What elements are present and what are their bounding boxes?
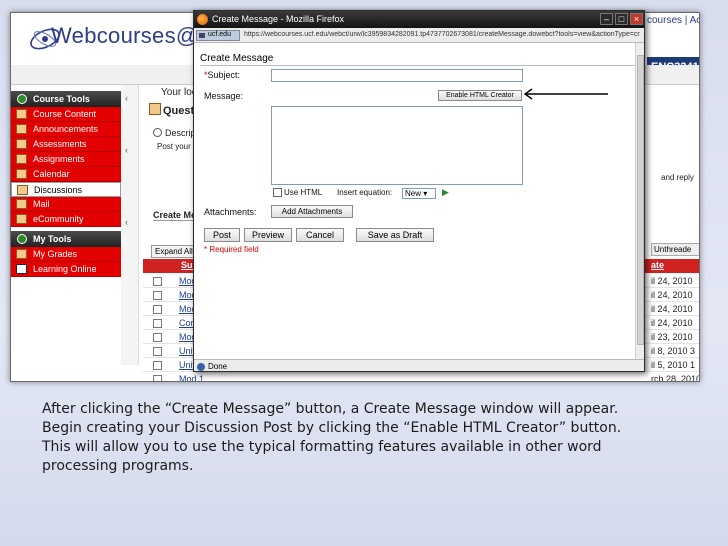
divider <box>200 65 636 66</box>
lock-icon <box>199 33 205 38</box>
discussion-icon <box>17 185 28 195</box>
message-textarea[interactable] <box>271 106 523 185</box>
row-checkbox[interactable] <box>153 305 162 314</box>
caption-line: Begin creating your Discussion Post by c… <box>42 420 622 436</box>
sidebar-item-ecommunity[interactable]: eCommunity <box>11 212 121 227</box>
caption-line: processing programs. <box>42 458 194 474</box>
unthreaded-select[interactable]: Unthreade <box>651 243 699 256</box>
row-checkbox[interactable] <box>153 347 162 356</box>
save-as-draft-button[interactable]: Save as Draft <box>356 228 434 242</box>
row-date: rch 28, 2010 <box>651 374 700 382</box>
preview-button[interactable]: Preview <box>244 228 292 242</box>
row-date: il 24, 2010 <box>651 290 693 300</box>
row-checkbox[interactable] <box>153 319 162 328</box>
sidebar-heading-course-tools[interactable]: Course Tools <box>11 91 121 107</box>
assignment-icon <box>16 154 27 164</box>
community-icon <box>16 214 27 224</box>
row-date: il 8, 2010 3 <box>651 346 696 356</box>
window-titlebar: Create Message - Mozilla Firefox – □ × <box>194 11 644 28</box>
use-html-checkbox[interactable] <box>273 188 282 197</box>
sidebar-item-mail[interactable]: Mail <box>11 197 121 212</box>
annotation-arrow-icon <box>523 88 608 100</box>
checklist-icon <box>16 139 27 149</box>
row-date: il 23, 2010 <box>651 332 693 342</box>
scrollbar-thumb[interactable] <box>637 55 644 345</box>
sidebar-collapse-strip[interactable]: ‹ ‹ ‹ <box>121 85 139 365</box>
grades-icon <box>16 249 27 259</box>
sidebar-item-my-grades[interactable]: My Grades <box>11 247 121 262</box>
enable-html-creator-button[interactable]: Enable HTML Creator <box>438 90 522 101</box>
row-checkbox[interactable] <box>153 291 162 300</box>
chevron-left-icon: ‹ <box>125 145 128 155</box>
caption-line: This will allow you to use the typical f… <box>42 439 602 455</box>
subject-input[interactable] <box>271 69 523 82</box>
row-date: il 24, 2010 <box>651 304 693 314</box>
chevron-left-icon: ‹ <box>125 217 128 227</box>
close-icon[interactable]: × <box>630 13 643 25</box>
instruction-tail: and reply <box>661 173 694 182</box>
attachments-label: Attachments: <box>204 207 257 217</box>
info-icon <box>153 128 162 137</box>
learning-online-icon <box>16 264 27 274</box>
calendar-icon <box>16 169 27 179</box>
row-subject-link[interactable]: Mod 1 <box>179 374 204 381</box>
equation-select[interactable]: New ▾ <box>402 188 436 199</box>
caption-line: After clicking the “Create Message” butt… <box>42 401 619 417</box>
address-bar: ucf.edu https://webcourses.ucf.edu/webct… <box>194 28 644 43</box>
create-message-window: Create Message - Mozilla Firefox – □ × u… <box>193 10 645 372</box>
row-checkbox[interactable] <box>153 333 162 342</box>
megaphone-icon <box>16 124 27 134</box>
row-checkbox[interactable] <box>153 277 162 286</box>
use-html-label: Use HTML <box>284 188 323 197</box>
sidebar-item-course-content[interactable]: Course Content <box>11 107 121 122</box>
discussion-icon <box>149 103 161 115</box>
sidebar-item-calendar[interactable]: Calendar <box>11 167 121 182</box>
collapse-icon <box>17 94 27 104</box>
firefox-icon <box>197 14 208 25</box>
sidebar-item-announcements[interactable]: Announcements <box>11 122 121 137</box>
insert-equation-label: Insert equation: <box>337 188 393 197</box>
chevron-left-icon: ‹ <box>125 93 128 103</box>
location-text: Your loc <box>161 87 197 98</box>
maximize-icon[interactable]: □ <box>615 13 628 25</box>
go-arrow-icon[interactable]: ▶ <box>442 187 449 198</box>
required-field-note: * Required field <box>204 245 259 254</box>
add-attachments-button[interactable]: Add Attachments <box>271 205 353 218</box>
create-message-tab[interactable]: Create Me <box>153 210 197 221</box>
logo-text: Webcourses@U <box>51 23 215 48</box>
message-label: Message: <box>204 91 244 101</box>
subject-label: *Subject: <box>204 70 241 80</box>
row-checkbox[interactable] <box>153 361 162 370</box>
status-bar: Done <box>194 359 644 371</box>
folder-icon <box>16 109 27 119</box>
sidebar-item-discussions[interactable]: Discussions <box>11 182 121 197</box>
sidebar-item-assignments[interactable]: Assignments <box>11 152 121 167</box>
row-date: il 24, 2010 <box>651 318 693 328</box>
mail-icon <box>16 199 27 209</box>
top-links[interactable]: courses | Ac <box>647 15 699 26</box>
url-field[interactable]: https://webcourses.ucf.edu/webct/urw/lc3… <box>244 31 642 38</box>
row-date: il 5, 2010 1 <box>651 360 696 370</box>
expand-all-button[interactable]: Expand All <box>151 245 199 258</box>
status-icon <box>197 363 205 371</box>
vertical-scrollbar[interactable] <box>635 43 644 359</box>
row-checkbox[interactable] <box>153 375 162 381</box>
post-button[interactable]: Post <box>204 228 240 242</box>
form-title: Create Message <box>200 53 274 64</box>
sidebar: Course Tools Course Content Announcement… <box>11 85 121 381</box>
site-identity[interactable]: ucf.edu <box>196 30 240 41</box>
sidebar-item-assessments[interactable]: Assessments <box>11 137 121 152</box>
cancel-button[interactable]: Cancel <box>296 228 344 242</box>
grid-header-date[interactable]: ate <box>651 260 664 270</box>
minimize-icon[interactable]: – <box>600 13 613 25</box>
sidebar-item-learning-online[interactable]: Learning Online <box>11 262 121 277</box>
row-date: il 24, 2010 <box>651 276 693 286</box>
window-title: Create Message - Mozilla Firefox <box>212 14 345 24</box>
collapse-icon <box>17 234 27 244</box>
sidebar-heading-my-tools[interactable]: My Tools <box>11 231 121 247</box>
instruction-caption: After clicking the “Create Message” butt… <box>42 400 682 476</box>
